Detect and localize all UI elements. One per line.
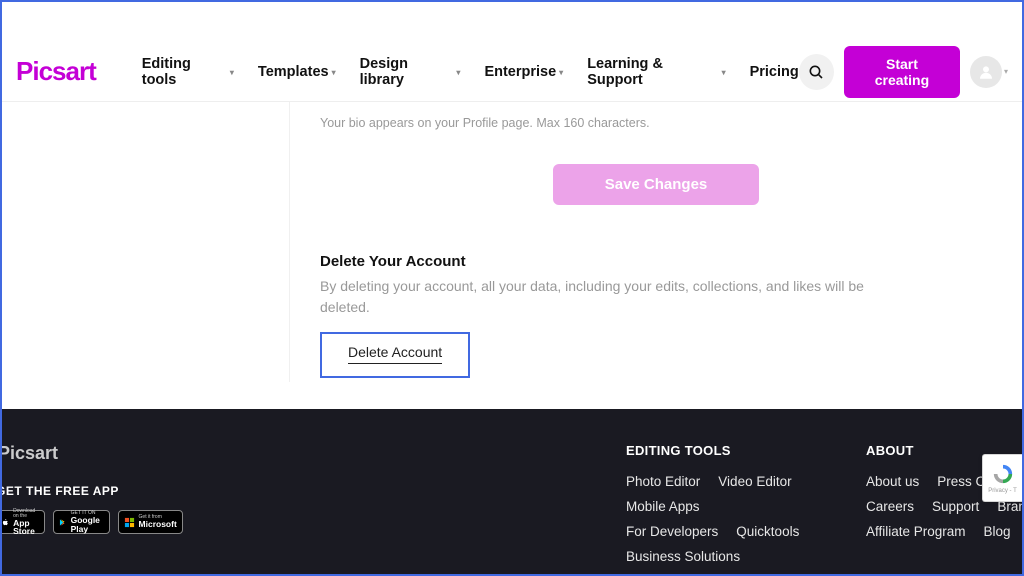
account-menu[interactable]: ▾: [970, 56, 1008, 88]
delete-heading: Delete Your Account: [320, 253, 992, 270]
footer-link-careers[interactable]: Careers: [866, 499, 914, 514]
microsoft-icon: [124, 517, 135, 528]
google-play-icon: [59, 517, 66, 528]
google-play-badge[interactable]: GET IT ONGoogle Play: [53, 510, 109, 534]
nav-menu: Editing tools▾ Templates▾ Design library…: [142, 56, 799, 88]
get-app-heading: GET THE FREE APP: [0, 484, 176, 498]
nav-editing-tools[interactable]: Editing tools▾: [142, 56, 234, 88]
nav-templates[interactable]: Templates▾: [258, 64, 336, 80]
delete-description: By deleting your account, all your data,…: [320, 276, 880, 318]
recaptcha-badge[interactable]: Privacy - T: [982, 454, 1022, 502]
avatar-icon: [970, 56, 1002, 88]
microsoft-store-badge[interactable]: Get it fromMicrosoft: [118, 510, 183, 534]
chevron-down-icon: ▾: [559, 68, 563, 77]
footer-link-mobile-apps[interactable]: Mobile Apps: [626, 499, 700, 514]
footer-link-affiliate[interactable]: Affiliate Program: [866, 524, 966, 539]
start-creating-button[interactable]: Start creating: [844, 46, 960, 98]
apple-icon: [2, 517, 9, 528]
nav-design-library[interactable]: Design library▾: [360, 56, 461, 88]
delete-account-highlight: Delete Account: [320, 332, 470, 378]
top-navigation: Picsart Editing tools▾ Templates▾ Design…: [2, 48, 1022, 102]
settings-sidebar: [2, 102, 290, 382]
bio-hint-text: Your bio appears on your Profile page. M…: [320, 116, 992, 130]
delete-account-section: Delete Your Account By deleting your acc…: [320, 253, 992, 378]
recaptcha-icon: [992, 463, 1014, 485]
brand-logo[interactable]: Picsart: [16, 56, 96, 87]
footer-logo[interactable]: Picsart: [0, 443, 176, 464]
footer-link-for-developers[interactable]: For Developers: [626, 524, 718, 539]
delete-account-button[interactable]: Delete Account: [348, 344, 442, 364]
nav-pricing[interactable]: Pricing: [750, 64, 799, 80]
chevron-down-icon: ▾: [230, 68, 234, 77]
chevron-down-icon: ▾: [1004, 67, 1008, 76]
app-store-badge[interactable]: Download on theApp Store: [0, 510, 45, 534]
footer-link-business-solutions[interactable]: Business Solutions: [626, 549, 740, 564]
main-content: Your bio appears on your Profile page. M…: [2, 102, 1022, 408]
save-changes-button[interactable]: Save Changes: [553, 164, 760, 205]
footer-link-support[interactable]: Support: [932, 499, 979, 514]
search-icon: [808, 64, 824, 80]
footer-link-quicktools[interactable]: Quicktools: [736, 524, 799, 539]
footer-link-video-editor[interactable]: Video Editor: [718, 474, 791, 489]
footer-link-blog[interactable]: Blog: [984, 524, 1011, 539]
site-footer: Picsart GET THE FREE APP Download on the…: [2, 409, 1022, 574]
footer-editing-heading: EDITING TOOLS: [626, 443, 806, 458]
footer-link-photo-editor[interactable]: Photo Editor: [626, 474, 700, 489]
chevron-down-icon: ▾: [456, 68, 460, 77]
chevron-down-icon: ▾: [332, 68, 336, 77]
chevron-down-icon: ▾: [722, 68, 726, 77]
footer-link-about-us[interactable]: About us: [866, 474, 919, 489]
nav-learning-support[interactable]: Learning & Support▾: [587, 56, 725, 88]
nav-enterprise[interactable]: Enterprise▾: [484, 64, 563, 80]
search-button[interactable]: [799, 54, 834, 90]
